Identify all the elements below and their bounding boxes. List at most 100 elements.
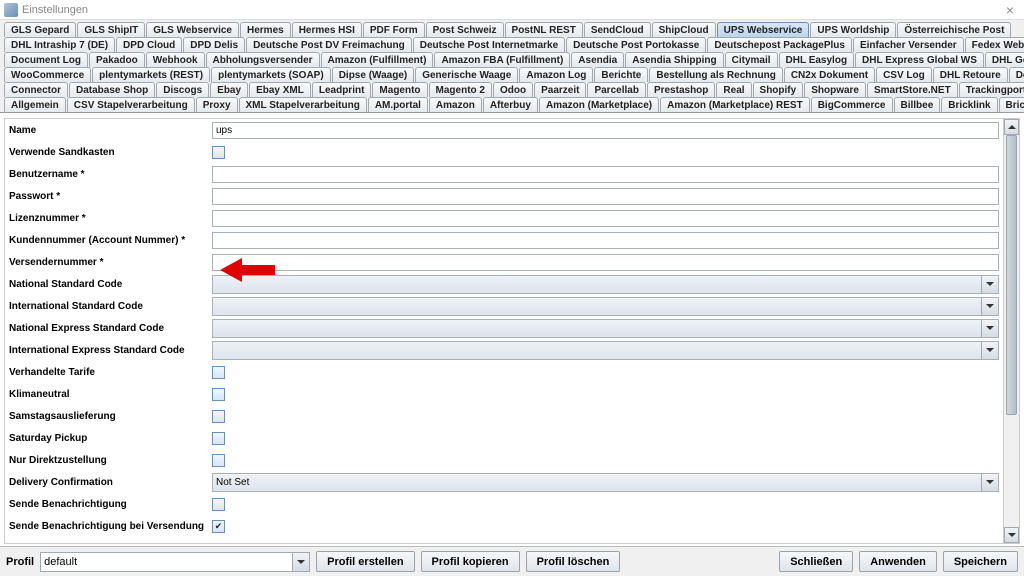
checkbox[interactable] [212,432,225,445]
tab-amazon-marketplace-[interactable]: Amazon (Marketplace) [539,97,659,112]
text-input[interactable] [212,122,999,139]
tab-postnl-rest[interactable]: PostNL REST [505,22,583,37]
close-button[interactable]: Schließen [779,551,853,572]
tab-amazon-fulfillment-[interactable]: Amazon (Fulfillment) [321,52,434,67]
profile-create-button[interactable]: Profil erstellen [316,551,414,572]
tab-sendcloud[interactable]: SendCloud [584,22,651,37]
tab-generische-waage[interactable]: Generische Waage [415,67,518,82]
tab-shopware[interactable]: Shopware [804,82,866,97]
tab-document-downloader[interactable]: Document Downloader [1009,67,1024,82]
tab-ebay-xml[interactable]: Ebay XML [249,82,311,97]
select-input[interactable] [212,297,999,316]
tab-amazon-fba-fulfillment-[interactable]: Amazon FBA (Fulfillment) [434,52,570,67]
tab-berichte[interactable]: Berichte [594,67,648,82]
scrollbar-thumb[interactable] [1006,135,1017,415]
tab-hermes[interactable]: Hermes [240,22,291,37]
tab-gls-webservice[interactable]: GLS Webservice [146,22,239,37]
tab-dhl-easylog[interactable]: DHL Easylog [779,52,855,67]
tab-ebay[interactable]: Ebay [210,82,248,97]
text-input[interactable] [212,254,999,271]
tab-magento-2[interactable]: Magento 2 [429,82,492,97]
tab-parcellab[interactable]: Parcellab [587,82,645,97]
profile-select[interactable]: default [40,552,310,572]
tab-dhl-retoure[interactable]: DHL Retoure [933,67,1008,82]
tab-am-portal[interactable]: AM.portal [368,97,428,112]
text-input[interactable] [212,232,999,249]
tab-proxy[interactable]: Proxy [196,97,238,112]
checkbox[interactable] [212,498,225,511]
tab-pakadoo[interactable]: Pakadoo [89,52,145,67]
checkbox[interactable] [212,388,225,401]
tab-cn2x-dokument[interactable]: CN2x Dokument [784,67,875,82]
tab--sterreichische-post[interactable]: Österreichische Post [897,22,1011,37]
tab-xml-stapelverarbeitung[interactable]: XML Stapelverarbeitung [239,97,367,112]
scroll-down-icon[interactable] [1004,527,1019,543]
tab-afterbuy[interactable]: Afterbuy [483,97,538,112]
checkbox[interactable] [212,410,225,423]
tab-deutsche-post-portokasse[interactable]: Deutsche Post Portokasse [566,37,706,52]
select-input[interactable] [212,319,999,338]
chevron-down-icon[interactable] [981,342,998,359]
tab-gls-shipit[interactable]: GLS ShipIT [77,22,145,37]
tab-smartstore-net[interactable]: SmartStore.NET [867,82,958,97]
tab-paarzeit[interactable]: Paarzeit [534,82,586,97]
select-input[interactable] [212,275,999,294]
apply-button[interactable]: Anwenden [859,551,937,572]
tab-shopify[interactable]: Shopify [753,82,804,97]
checkbox[interactable] [212,366,225,379]
text-input[interactable] [212,188,999,205]
tab-csv-log[interactable]: CSV Log [876,67,932,82]
tab-plentymarkets-soap-[interactable]: plentymarkets (SOAP) [211,67,331,82]
tab-csv-stapelverarbeitung[interactable]: CSV Stapelverarbeitung [67,97,195,112]
tab-brickowl[interactable]: Brickowl [999,97,1024,112]
tab-bigcommerce[interactable]: BigCommerce [811,97,893,112]
save-button[interactable]: Speichern [943,551,1018,572]
tab-webhook[interactable]: Webhook [146,52,205,67]
select-input[interactable] [212,341,999,360]
checkbox[interactable] [212,454,225,467]
profile-copy-button[interactable]: Profil kopieren [421,551,520,572]
tab-pdf-form[interactable]: PDF Form [363,22,425,37]
tab-woocommerce[interactable]: WooCommerce [4,67,91,82]
tab-gls-gepard[interactable]: GLS Gepard [4,22,76,37]
tab-database-shop[interactable]: Database Shop [69,82,155,97]
tab-asendia-shipping[interactable]: Asendia Shipping [625,52,723,67]
chevron-down-icon[interactable] [292,553,309,571]
tab-real[interactable]: Real [716,82,751,97]
tab-connector[interactable]: Connector [4,82,68,97]
chevron-down-icon[interactable] [981,298,998,315]
close-icon[interactable]: × [1000,2,1020,18]
tab-document-log[interactable]: Document Log [4,52,88,67]
scrollbar[interactable] [1003,119,1019,543]
tab-asendia[interactable]: Asendia [571,52,624,67]
tab-dhl-express-global-ws[interactable]: DHL Express Global WS [855,52,984,67]
tab-prestashop[interactable]: Prestashop [647,82,715,97]
tab-billbee[interactable]: Billbee [894,97,941,112]
tab-odoo[interactable]: Odoo [493,82,533,97]
tab-allgemein[interactable]: Allgemein [4,97,66,112]
chevron-down-icon[interactable] [981,320,998,337]
tab-bricklink[interactable]: Bricklink [941,97,997,112]
tab-plentymarkets-rest-[interactable]: plentymarkets (REST) [92,67,210,82]
tab-deutsche-post-internetmarke[interactable]: Deutsche Post Internetmarke [413,37,565,52]
tab-deutsche-post-dv-freimachung[interactable]: Deutsche Post DV Freimachung [246,37,412,52]
tab-amazon-log[interactable]: Amazon Log [519,67,593,82]
checkbox[interactable] [212,520,225,533]
tab-dhl-gesch-ftskundenversand[interactable]: DHL Geschäftskundenversand [985,52,1024,67]
tab-amazon[interactable]: Amazon [429,97,482,112]
tab-shipcloud[interactable]: ShipCloud [652,22,716,37]
text-input[interactable] [212,166,999,183]
tab-post-schweiz[interactable]: Post Schweiz [426,22,504,37]
tab-abholungsversender[interactable]: Abholungsversender [206,52,320,67]
tab-hermes-hsi[interactable]: Hermes HSI [292,22,362,37]
tab-deutschepost-packageplus[interactable]: Deutschepost PackagePlus [707,37,852,52]
tab-ups-webservice[interactable]: UPS Webservice [717,22,810,37]
tab-ups-worldship[interactable]: UPS Worldship [810,22,896,37]
text-input[interactable] [212,210,999,227]
scroll-up-icon[interactable] [1004,119,1019,135]
tab-trackingportal[interactable]: Trackingportal [959,82,1024,97]
tab-dpd-cloud[interactable]: DPD Cloud [116,37,182,52]
tab-einfacher-versender[interactable]: Einfacher Versender [853,37,964,52]
tab-dhl-intraship-7-de-[interactable]: DHL Intraship 7 (DE) [4,37,115,52]
select-input[interactable]: Not Set [212,473,999,492]
